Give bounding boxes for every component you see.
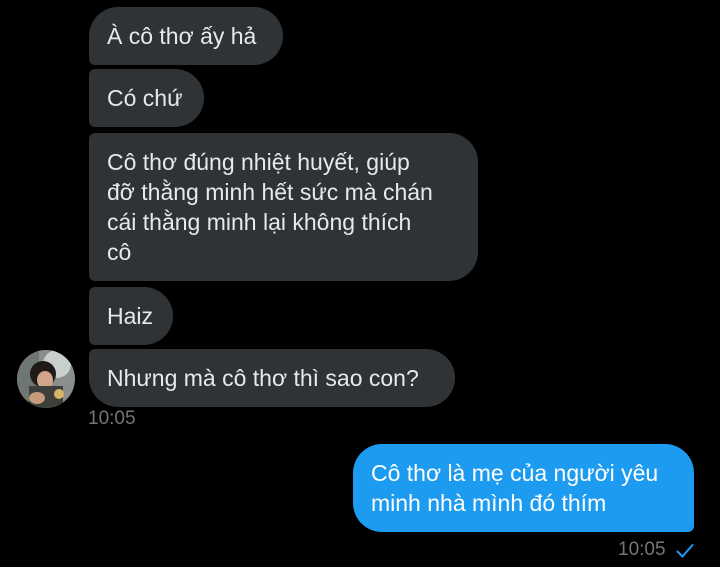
message-bubble-received[interactable]: À cô thơ ấy hả (89, 7, 283, 65)
contact-avatar[interactable] (17, 350, 75, 408)
check-icon (676, 544, 694, 558)
message-bubble-received[interactable]: Cô thơ đúng nhiệt huyết, giúp đỡ thằng m… (89, 133, 478, 281)
sent-timestamp: 10:05 (618, 539, 666, 560)
avatar-photo-icon (17, 350, 75, 408)
message-bubble-received[interactable]: Nhưng mà cô thơ thì sao con? (89, 349, 455, 407)
message-bubble-received[interactable]: Có chứ (89, 69, 204, 127)
message-bubble-received[interactable]: Haiz (89, 287, 173, 345)
received-timestamp: 10:05 (88, 408, 136, 429)
message-bubble-sent[interactable]: Cô thơ là mẹ của người yêu minh nhà mình… (353, 444, 694, 532)
